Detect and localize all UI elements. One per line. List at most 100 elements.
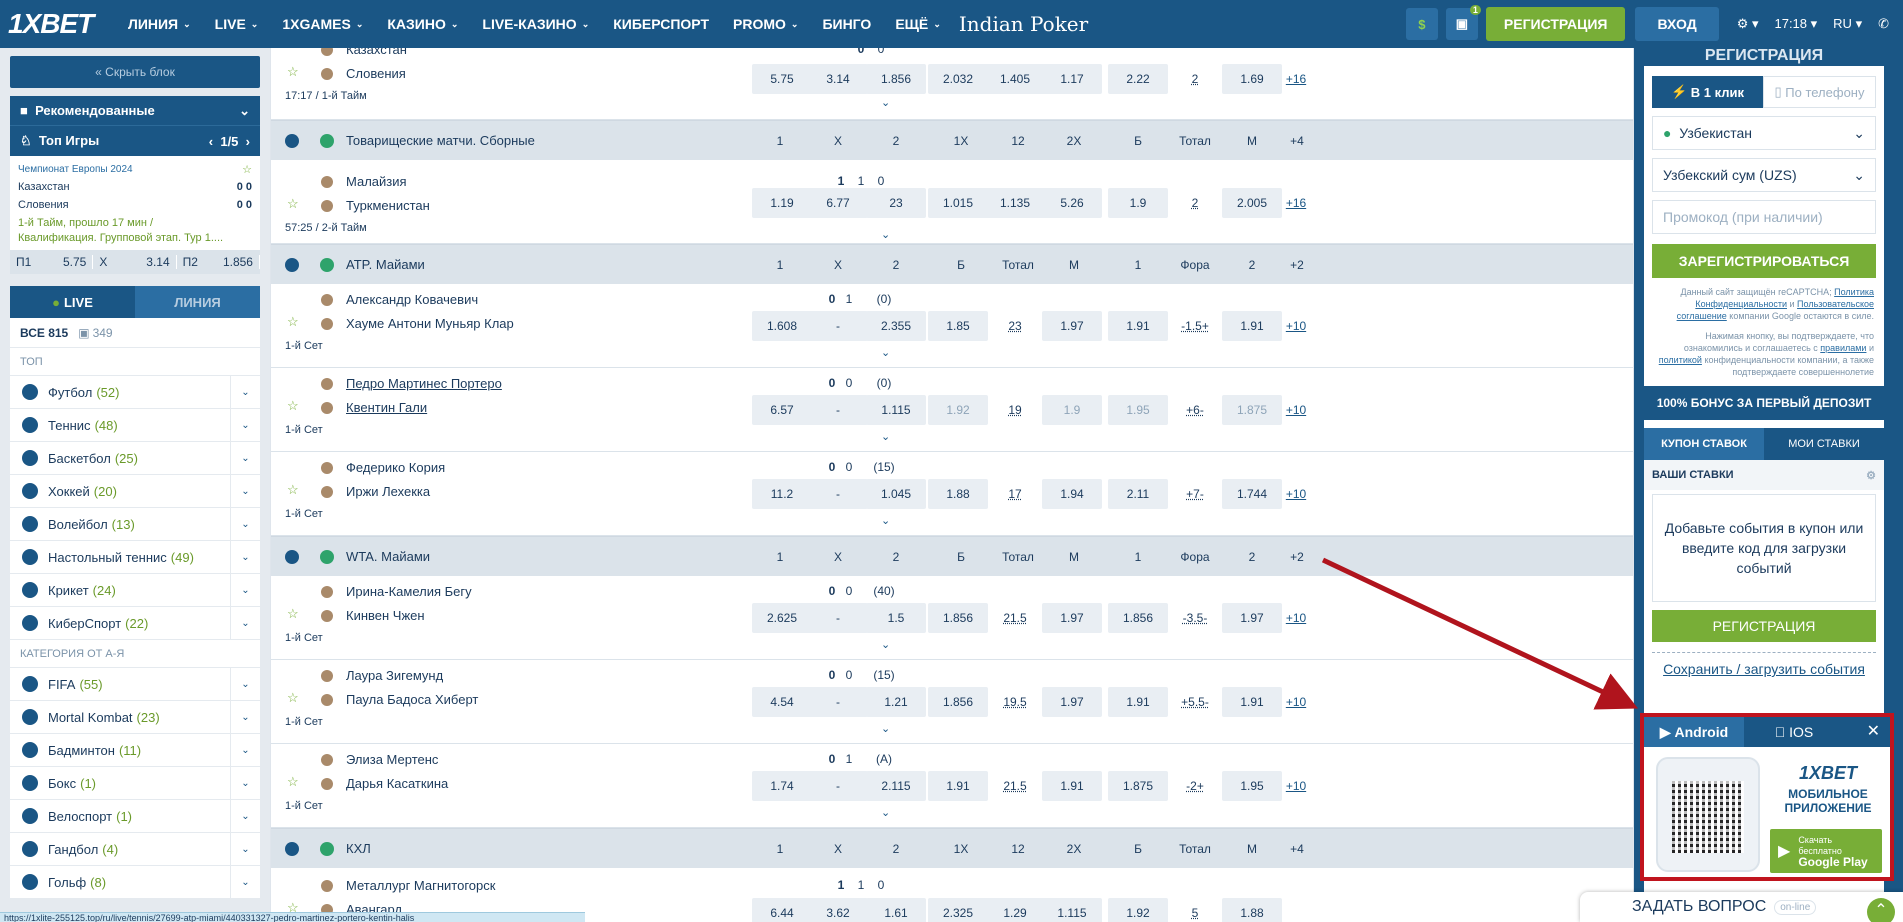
odd-cell[interactable]: +6- bbox=[1165, 395, 1225, 425]
column-header[interactable]: 1 bbox=[754, 134, 806, 148]
odd-cell[interactable]: 1.97 bbox=[1042, 687, 1102, 717]
prev-icon[interactable]: ‹ bbox=[209, 134, 213, 149]
match-row[interactable]: ☆ Александр Ковачевич Хауме Антони Муньяр … bbox=[271, 284, 1633, 368]
match-row[interactable]: ☆МалайзияТуркменистан11000057:25 / 2-й Т… bbox=[271, 160, 1633, 244]
column-header[interactable]: 1 bbox=[754, 842, 806, 856]
more-markets[interactable]: +4 bbox=[1271, 134, 1323, 148]
odd-cell[interactable]: 1.135 bbox=[985, 188, 1045, 218]
league-name[interactable]: ATP. Майами bbox=[346, 257, 425, 272]
odd-cell[interactable]: +7- bbox=[1165, 479, 1225, 509]
tab-live[interactable]: ● LIVE bbox=[10, 286, 135, 318]
pin-icon[interactable] bbox=[287, 48, 297, 54]
settings-icon[interactable]: ⚙ ▾ bbox=[1729, 16, 1767, 32]
deposit-icon[interactable]: $ bbox=[1405, 8, 1438, 40]
odd-cell[interactable]: 19.5 bbox=[985, 687, 1045, 717]
coupon-register-button[interactable]: РЕГИСТРАЦИЯ bbox=[1652, 610, 1876, 642]
nav-item[interactable]: ЕЩЁ ⌄ bbox=[883, 16, 953, 32]
odd-cell[interactable]: 1.856 bbox=[928, 687, 988, 717]
odd-cell[interactable]: 2 bbox=[1165, 64, 1225, 94]
team-name[interactable]: Словения bbox=[346, 66, 406, 81]
odd-cell[interactable]: - bbox=[808, 479, 868, 509]
odd-cell[interactable]: 1.74 bbox=[752, 771, 812, 801]
all-events[interactable]: ВСЕ 815 ▣ 349 bbox=[10, 318, 260, 348]
gear-icon[interactable]: ⚙ bbox=[1866, 469, 1876, 482]
odd-cell[interactable]: 1.875 bbox=[1108, 771, 1168, 801]
gift-icon[interactable]: ▣ 1 bbox=[1445, 5, 1481, 40]
match-row[interactable]: ☆ Педро Мартинес Портеро Квентин Гали 0 0 (0)… bbox=[271, 368, 1633, 452]
match-row[interactable]: ☆Федерико КорияИржи Лехекка00(15)02(30)1… bbox=[271, 452, 1633, 536]
odd-cell[interactable]: 1.875 bbox=[1222, 395, 1282, 425]
odd-cell[interactable]: 1.91 bbox=[1108, 687, 1168, 717]
card-odd[interactable]: П1 5.75 bbox=[10, 255, 94, 269]
sport-item[interactable]: Настольный теннис (49) ⌄ bbox=[10, 541, 260, 574]
phone-icon[interactable]: ✆ bbox=[1870, 16, 1903, 32]
tab-line[interactable]: ЛИНИЯ bbox=[135, 286, 260, 318]
odd-cell[interactable]: 2 bbox=[1165, 188, 1225, 218]
odd-cell[interactable]: 21.5 bbox=[985, 771, 1045, 801]
odd-cell[interactable]: 23 bbox=[985, 311, 1045, 341]
odd-cell[interactable]: +5.5- bbox=[1165, 687, 1225, 717]
odd-cell[interactable]: 1.69 bbox=[1222, 64, 1282, 94]
odd-cell[interactable]: 1.88 bbox=[1222, 898, 1282, 922]
column-header[interactable]: 2 bbox=[870, 134, 922, 148]
odd-cell[interactable]: -2+ bbox=[1165, 771, 1225, 801]
sport-item[interactable]: Бокс (1) ⌄ bbox=[10, 767, 260, 800]
odd-cell[interactable]: 2.625 bbox=[752, 603, 812, 633]
star-icon[interactable]: ☆ bbox=[287, 774, 299, 790]
odd-cell[interactable]: - bbox=[808, 311, 868, 341]
team-name[interactable]: Элиза Мертенс bbox=[346, 752, 438, 767]
team-name[interactable]: Кинвен Чжен bbox=[346, 608, 425, 623]
bonus-banner[interactable]: 100% БОНУС ЗА ПЕРВЫЙ ДЕПОЗИТ bbox=[1644, 386, 1884, 420]
chevron-down-icon[interactable]: ⌄ bbox=[881, 514, 890, 527]
star-icon[interactable]: ☆ bbox=[287, 314, 299, 330]
tab-my-bets[interactable]: МОИ СТАВКИ bbox=[1764, 428, 1884, 460]
odd-cell[interactable]: 1.856 bbox=[866, 64, 926, 94]
chevron-down-icon[interactable]: ⌄ bbox=[881, 430, 890, 443]
nav-item[interactable]: ЛИНИЯ ⌄ bbox=[116, 16, 203, 32]
odd-cell[interactable]: 2.115 bbox=[866, 771, 926, 801]
odd-cell[interactable]: 23 bbox=[866, 188, 926, 218]
odd-cell[interactable]: 1.608 bbox=[752, 311, 812, 341]
star-icon[interactable]: ☆ bbox=[287, 690, 299, 706]
chevron-down-icon[interactable]: ⌄ bbox=[881, 638, 890, 651]
odd-cell[interactable]: 1.405 bbox=[985, 64, 1045, 94]
time-display[interactable]: 17:18 ▾ bbox=[1766, 16, 1825, 32]
chevron-down-icon[interactable]: ⌄ bbox=[230, 734, 260, 766]
column-header[interactable]: М bbox=[1048, 550, 1100, 564]
more-markets[interactable]: +2 bbox=[1271, 550, 1323, 564]
column-header[interactable]: 1 bbox=[1112, 550, 1164, 564]
chevron-down-icon[interactable]: ⌄ bbox=[230, 508, 260, 540]
column-header[interactable]: 2 bbox=[870, 842, 922, 856]
tab-one-click[interactable]: ⚡ В 1 клик bbox=[1652, 76, 1763, 108]
more-markets-link[interactable]: +10 bbox=[1276, 695, 1316, 709]
nav-item[interactable]: БИНГО bbox=[810, 16, 883, 32]
team-name[interactable]: Александр Ковачевич bbox=[346, 292, 478, 307]
team-name[interactable]: Дарья Касаткина bbox=[346, 776, 448, 791]
chevron-down-icon[interactable]: ⌄ bbox=[881, 806, 890, 819]
column-header[interactable]: 2X bbox=[1048, 842, 1100, 856]
team-name[interactable]: Малайзия bbox=[346, 174, 407, 189]
chevron-down-icon[interactable]: ⌄ bbox=[230, 800, 260, 832]
column-header[interactable]: 1X bbox=[935, 842, 987, 856]
odd-cell[interactable]: 1.61 bbox=[866, 898, 926, 922]
tab-coupon[interactable]: КУПОН СТАВОК bbox=[1644, 428, 1764, 460]
sport-item[interactable]: Футбол (52) ⌄ bbox=[10, 376, 260, 409]
odd-cell[interactable]: -1.5+ bbox=[1165, 311, 1225, 341]
chevron-down-icon[interactable]: ⌄ bbox=[230, 409, 260, 441]
odd-cell[interactable]: 1.91 bbox=[1222, 687, 1282, 717]
chevron-down-icon[interactable]: ⌄ bbox=[230, 701, 260, 733]
odd-cell[interactable]: 3.14 bbox=[808, 64, 868, 94]
chevron-down-icon[interactable]: ⌄ bbox=[230, 442, 260, 474]
odd-cell[interactable]: 1.97 bbox=[1222, 603, 1282, 633]
odd-cell[interactable]: 2.005 bbox=[1222, 188, 1282, 218]
odd-cell[interactable]: 5 bbox=[1165, 898, 1225, 922]
pin-icon[interactable] bbox=[287, 880, 297, 890]
more-markets[interactable]: +4 bbox=[1271, 842, 1323, 856]
odd-cell[interactable]: 1.92 bbox=[1108, 898, 1168, 922]
odd-cell[interactable]: 2.325 bbox=[928, 898, 988, 922]
odd-cell[interactable]: 1.045 bbox=[866, 479, 926, 509]
sport-item[interactable]: Гольф (8) ⌄ bbox=[10, 866, 260, 899]
pin-icon[interactable] bbox=[287, 670, 297, 680]
sport-item[interactable]: Крикет (24) ⌄ bbox=[10, 574, 260, 607]
odd-cell[interactable]: - bbox=[808, 603, 868, 633]
